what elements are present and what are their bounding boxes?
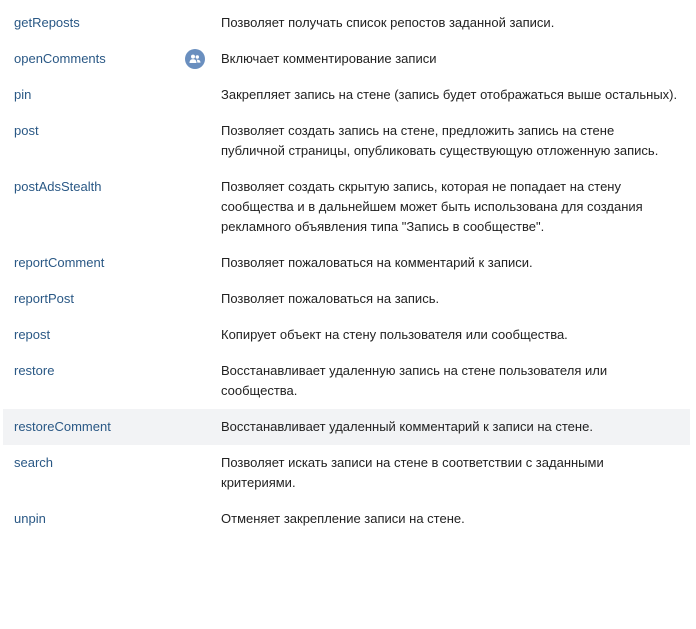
method-description: Позволяет пожаловаться на запись. <box>221 291 440 306</box>
method-row-reportPost: reportPost Позволяет пожаловаться на зап… <box>3 281 690 317</box>
method-link-pin[interactable]: pin <box>3 85 210 105</box>
method-description: Включает комментирование записи <box>221 51 437 66</box>
method-description: Восстанавливает удаленную запись на стен… <box>221 363 608 398</box>
method-row-restoreComment: restoreComment Восстанавливает удаленный… <box>3 409 690 445</box>
method-row-repost: repost Копирует объект на стену пользова… <box>3 317 690 353</box>
method-description: Позволяет пожаловаться на комментарий к … <box>221 255 533 270</box>
method-row-openComments: openComments Включает комментирование за… <box>3 41 690 77</box>
methods-list: getReposts Позволяет получать список реп… <box>3 5 690 537</box>
method-link-reportComment[interactable]: reportComment <box>3 253 210 273</box>
method-link-search[interactable]: search <box>3 453 210 493</box>
method-link-postAdsStealth[interactable]: postAdsStealth <box>3 177 210 237</box>
method-row-getReposts: getReposts Позволяет получать список реп… <box>3 5 690 41</box>
method-description: Закрепляет запись на стене (запись будет… <box>221 87 678 102</box>
method-description: Отменяет закрепление записи на стене. <box>221 511 465 526</box>
method-description: Позволяет создать запись на стене, предл… <box>221 123 659 158</box>
method-description: Позволяет получать список репостов задан… <box>221 15 555 30</box>
method-link-restore[interactable]: restore <box>3 361 210 401</box>
method-description: Позволяет искать записи на стене в соотв… <box>221 455 604 490</box>
method-link-openComments[interactable]: openComments <box>3 49 210 69</box>
method-row-post: post Позволяет создать запись на стене, … <box>3 113 690 169</box>
method-row-restore: restore Восстанавливает удаленную запись… <box>3 353 690 409</box>
method-row-search: search Позволяет искать записи на стене … <box>3 445 690 501</box>
community-icon <box>185 49 205 69</box>
method-link-unpin[interactable]: unpin <box>3 509 210 529</box>
method-link-repost[interactable]: repost <box>3 325 210 345</box>
method-row-unpin: unpin Отменяет закрепление записи на сте… <box>3 501 690 537</box>
method-description: Восстанавливает удаленный комментарий к … <box>221 419 593 434</box>
method-link-restoreComment[interactable]: restoreComment <box>3 417 210 437</box>
method-link-reportPost[interactable]: reportPost <box>3 289 210 309</box>
method-row-pin: pin Закрепляет запись на стене (запись б… <box>3 77 690 113</box>
method-description: Копирует объект на стену пользователя ил… <box>221 327 568 342</box>
method-row-reportComment: reportComment Позволяет пожаловаться на … <box>3 245 690 281</box>
method-link-getReposts[interactable]: getReposts <box>3 13 210 33</box>
method-row-postAdsStealth: postAdsStealth Позволяет создать скрытую… <box>3 169 690 245</box>
method-link-post[interactable]: post <box>3 121 210 161</box>
method-description: Позволяет создать скрытую запись, котора… <box>221 179 643 234</box>
